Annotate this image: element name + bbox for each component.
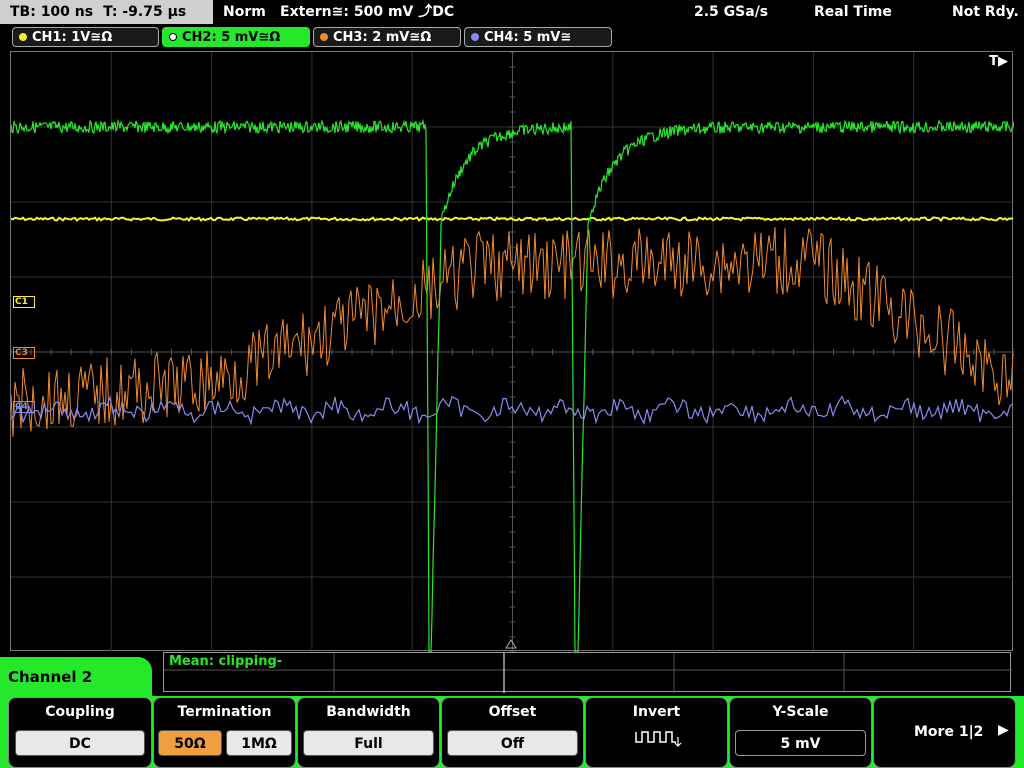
ch2-color-dot: [169, 33, 177, 41]
measurement-grid: [164, 653, 1012, 693]
offset-title: Offset: [488, 704, 537, 720]
ch1-color-dot: [19, 33, 27, 41]
trigger-mode[interactable]: Norm: [223, 0, 266, 24]
waveform-display[interactable]: T▶ C1 C3 C4: [10, 51, 1014, 652]
timebase-value: TB: 100 ns: [10, 4, 94, 20]
offset-softkey[interactable]: Offset Off: [441, 697, 584, 768]
bandwidth-title: Bandwidth: [326, 704, 411, 720]
trigger-time-value: T: -9.75 µs: [103, 4, 187, 20]
trigger-position-marker: [505, 639, 517, 649]
ch4-marker-label: C4: [15, 402, 28, 412]
ch3-color-dot: [320, 33, 328, 41]
ch4-label: CH4: 5 mV≅: [484, 30, 572, 45]
bandwidth-value[interactable]: Full: [303, 730, 434, 756]
coupling-softkey[interactable]: Coupling DC: [8, 697, 152, 768]
measurement-bar: [163, 652, 1012, 693]
coupling-title: Coupling: [45, 704, 115, 720]
termination-softkey[interactable]: Termination 50Ω 1MΩ: [153, 697, 296, 768]
more-softkey[interactable]: More 1|2 ▶: [873, 697, 1016, 768]
channel-tab-ch2[interactable]: CH2: 5 mV≅Ω: [162, 27, 310, 47]
offset-value[interactable]: Off: [447, 730, 578, 756]
ch1-offset-marker[interactable]: C1: [13, 296, 35, 308]
invert-softkey[interactable]: Invert: [585, 697, 728, 768]
termination-title: Termination: [177, 704, 272, 720]
ch4-color-dot: [471, 33, 479, 41]
ch3-label: CH3: 2 mV≅Ω: [333, 30, 432, 45]
mean-measurement: Mean: clipping-: [169, 654, 283, 669]
acquisition-status: Not Rdy.: [952, 4, 1019, 20]
acquisition-mode[interactable]: Real Time: [814, 0, 892, 24]
yscale-softkey[interactable]: Y-Scale 5 mV: [729, 697, 872, 768]
trigger-level-marker: T▶: [989, 54, 1008, 69]
ch4-offset-marker[interactable]: C4: [13, 401, 35, 413]
ch1-label: CH1: 1V≅Ω: [32, 30, 113, 45]
termination-1mohm-option[interactable]: 1MΩ: [226, 730, 292, 756]
channel-tab-ch3[interactable]: CH3: 2 mV≅Ω: [313, 27, 461, 47]
grid: [11, 52, 1014, 652]
waveform-svg: [11, 52, 1014, 652]
arrow-right-icon: ▶: [998, 722, 1009, 738]
termination-50ohm-option[interactable]: 50Ω: [158, 730, 222, 756]
ch3-marker-label: C3: [15, 348, 28, 358]
ch1-marker-label: C1: [15, 297, 28, 307]
bandwidth-softkey[interactable]: Bandwidth Full: [297, 697, 440, 768]
invert-title: Invert: [632, 704, 681, 720]
channel-tab-ch1[interactable]: CH1: 1V≅Ω: [12, 27, 159, 47]
ch3-offset-marker[interactable]: C3: [13, 347, 35, 359]
trigger-source[interactable]: Extern≅: 500 mV ⤴DC: [280, 0, 454, 24]
coupling-value[interactable]: DC: [15, 730, 145, 756]
channel-tab-ch4[interactable]: CH4: 5 mV≅: [464, 27, 612, 47]
timebase-panel[interactable]: TB: 100 ns T: -9.75 µs: [0, 0, 213, 24]
yscale-value[interactable]: 5 mV: [735, 730, 866, 756]
yscale-title: Y-Scale: [772, 704, 829, 720]
sample-rate[interactable]: 2.5 GSa/s: [694, 0, 768, 24]
inverted-square-wave-icon: [635, 731, 682, 747]
more-label: More 1|2: [914, 724, 984, 740]
ch2-label: CH2: 5 mV≅Ω: [182, 30, 281, 45]
